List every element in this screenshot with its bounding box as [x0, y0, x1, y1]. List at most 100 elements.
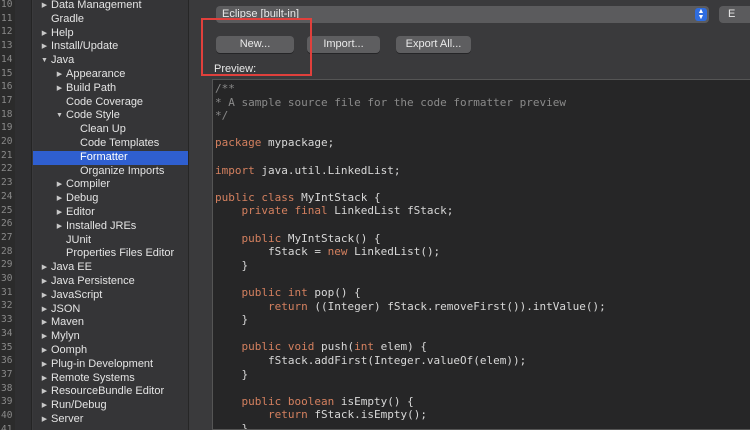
tree-item[interactable]: ▶ Oomph	[33, 344, 188, 358]
code-line: private final LinkedList fStack;	[241, 204, 454, 218]
tree-item-label: Gradle	[51, 12, 85, 25]
collapsed-arrow-icon[interactable]: ▶	[40, 316, 49, 330]
collapsed-arrow-icon[interactable]: ▶	[40, 0, 49, 13]
tree-item-label: Oomph	[51, 344, 88, 356]
collapsed-arrow-icon[interactable]: ▶	[40, 413, 49, 427]
code-line: */	[215, 109, 229, 123]
line-number: 10	[1, 0, 13, 10]
tree-item[interactable]: ▶ Java EE	[33, 261, 188, 275]
expanded-arrow-icon[interactable]: ▼	[55, 109, 64, 123]
code-line: package mypackage;	[215, 136, 335, 150]
tree-item-label: Plug-in Development	[51, 357, 154, 370]
tree-item[interactable]: ▶ Java Persistence	[33, 275, 188, 289]
import-button[interactable]: Import...	[307, 36, 380, 53]
collapsed-arrow-icon[interactable]: ▶	[40, 261, 49, 275]
line-number: 13	[1, 40, 13, 52]
edit-button[interactable]: E	[719, 6, 750, 23]
collapsed-arrow-icon[interactable]: ▶	[55, 192, 64, 206]
preview-label: Preview:	[214, 63, 257, 75]
tree-item-label: Help	[51, 26, 74, 39]
tree-item-label: JUnit	[66, 233, 92, 246]
collapsed-arrow-icon[interactable]: ▶	[40, 358, 49, 372]
collapsed-arrow-icon[interactable]: ▶	[40, 27, 49, 41]
code-line: fStack.addFirst(Integer.valueOf(elem));	[215, 354, 527, 367]
tree-item[interactable]: ▶ Maven	[33, 316, 188, 330]
line-number: 23	[1, 177, 13, 189]
tree-item[interactable]: ▶ Installed JREs	[33, 220, 188, 234]
tree-item-label: Debug	[66, 192, 99, 205]
collapsed-arrow-icon[interactable]: ▶	[55, 220, 64, 234]
export-all-button[interactable]: Export All...	[396, 36, 471, 53]
tree-item-label: Formatter	[80, 150, 128, 163]
collapsed-arrow-icon[interactable]: ▶	[40, 275, 49, 289]
code-preview: /** * A sample source file for the code f…	[212, 79, 750, 430]
tree-item[interactable]: ▶ Plug-in Development	[33, 357, 188, 372]
tree-item[interactable]: Properties Files Editor	[33, 247, 188, 261]
expanded-arrow-icon[interactable]: ▼	[40, 54, 49, 68]
tree-item-label: Code Style	[66, 109, 120, 122]
line-number: 30	[1, 273, 13, 284]
tree-item[interactable]: ▶ Appearance	[33, 68, 188, 82]
collapsed-arrow-icon[interactable]: ▶	[40, 372, 49, 386]
tree-item-label: Java Persistence	[51, 275, 135, 287]
tree-item[interactable]: Gradle	[33, 12, 188, 27]
collapsed-arrow-icon[interactable]: ▶	[40, 385, 49, 399]
line-number: 40	[1, 410, 13, 421]
tree-item[interactable]: ▶ Debug	[33, 192, 188, 206]
tree-item[interactable]: ▼ Java	[33, 54, 188, 68]
tree-item-label: Java	[51, 54, 75, 67]
line-number: 41	[1, 423, 13, 430]
tree-item[interactable]: ▶ JSON	[33, 302, 188, 317]
gutter-divider	[15, 0, 32, 430]
tree-item[interactable]: ▶ Run/Debug	[33, 399, 188, 413]
collapsed-arrow-icon[interactable]: ▶	[40, 330, 49, 344]
code-line: * A sample source file for the code form…	[215, 95, 566, 109]
line-number: 11	[1, 12, 13, 24]
tree-item[interactable]: ▶ Server	[33, 413, 188, 427]
code-line: return ((Integer) fStack.removeFirst()).…	[267, 299, 606, 313]
code-line: public void push(int elem) {	[241, 340, 427, 354]
collapsed-arrow-icon[interactable]: ▶	[40, 303, 49, 317]
tree-item[interactable]: Formatter	[33, 150, 188, 165]
tree-item-label: Compiler	[66, 178, 111, 191]
tree-item[interactable]: ▶ Compiler	[33, 178, 188, 192]
line-number: 34	[1, 327, 13, 339]
tree-item[interactable]: Code Coverage	[33, 96, 188, 110]
tree-item[interactable]: ▶ Remote Systems	[33, 372, 188, 386]
tree-item-label: Properties Files Editor	[66, 247, 175, 260]
tree-item-label: JSON	[51, 302, 81, 315]
preference-tree[interactable]: ▶ Data Management Gradle ▶ Help ▶ Install/Upda…	[33, 0, 189, 430]
collapsed-arrow-icon[interactable]: ▶	[55, 178, 64, 192]
tree-item[interactable]: Organize Imports	[33, 165, 188, 179]
tree-item[interactable]: Code Templates	[33, 137, 188, 151]
tree-item-label: Clean Up	[80, 123, 126, 136]
collapsed-arrow-icon[interactable]: ▶	[40, 344, 49, 358]
code-line: import java.util.LinkedList;	[215, 163, 401, 177]
collapsed-arrow-icon[interactable]: ▶	[55, 206, 64, 220]
tree-item[interactable]: ▶ JavaScript	[33, 289, 188, 303]
collapsed-arrow-icon[interactable]: ▶	[40, 289, 49, 303]
tree-item[interactable]: ▶ ResourceBundle Editor	[33, 385, 188, 399]
line-number: 27	[1, 231, 13, 243]
line-number: 24	[1, 190, 13, 202]
tree-item[interactable]: ▶ Editor	[33, 206, 188, 220]
tree-item[interactable]: ▶ Data Management	[33, 0, 188, 13]
tree-item[interactable]: Clean Up	[33, 123, 188, 137]
select-stepper-icon: ▲ ▼	[695, 8, 707, 21]
collapsed-arrow-icon[interactable]: ▶	[40, 40, 49, 54]
tree-item[interactable]: ▼ Code Style	[33, 109, 188, 123]
code-line: }	[215, 313, 249, 327]
tree-item[interactable]: JUnit	[33, 233, 188, 248]
tree-item[interactable]: ▶ Build Path	[33, 82, 188, 96]
code-line: public class MyIntStack {	[215, 190, 381, 204]
collapsed-arrow-icon[interactable]: ▶	[55, 68, 64, 82]
line-number: 19	[1, 122, 13, 134]
tree-item[interactable]: ▶ Help	[33, 26, 188, 41]
line-number: 14	[1, 53, 13, 65]
tree-item[interactable]: ▶ Mylyn	[33, 330, 188, 344]
tree-item[interactable]: ▶ Install/Update	[33, 40, 188, 54]
line-number: 21	[1, 149, 13, 161]
tree-item-label: ResourceBundle Editor	[51, 385, 165, 398]
collapsed-arrow-icon[interactable]: ▶	[40, 399, 49, 413]
collapsed-arrow-icon[interactable]: ▶	[55, 82, 64, 96]
